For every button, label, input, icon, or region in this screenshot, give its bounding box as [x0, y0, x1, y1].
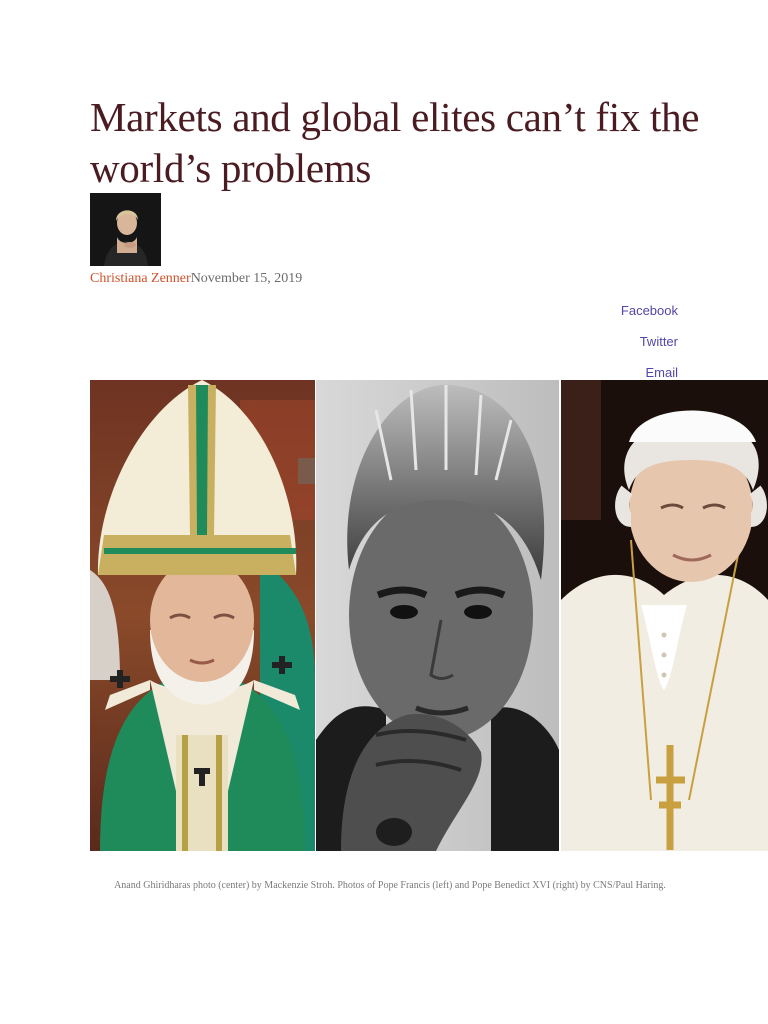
byline: Christiana ZennerNovember 15, 2019: [90, 270, 302, 288]
author-avatar[interactable]: [90, 193, 161, 266]
share-twitter-link[interactable]: Twitter: [621, 333, 678, 364]
photo-pope-benedict: [561, 380, 768, 851]
author-link[interactable]: Christiana Zenner: [90, 271, 191, 286]
photo-pope-francis: [90, 380, 315, 851]
publish-date: November 15, 2019: [190, 271, 303, 286]
photo-anand-giridharadas: [316, 380, 559, 851]
author-portrait-image: [90, 193, 161, 266]
share-facebook-link[interactable]: Facebook: [621, 302, 678, 333]
article-headline: Markets and global elites can’t fix the …: [90, 94, 700, 191]
image-caption: Anand Ghiridharas photo (center) by Mack…: [114, 880, 666, 891]
hero-image: [90, 380, 768, 851]
